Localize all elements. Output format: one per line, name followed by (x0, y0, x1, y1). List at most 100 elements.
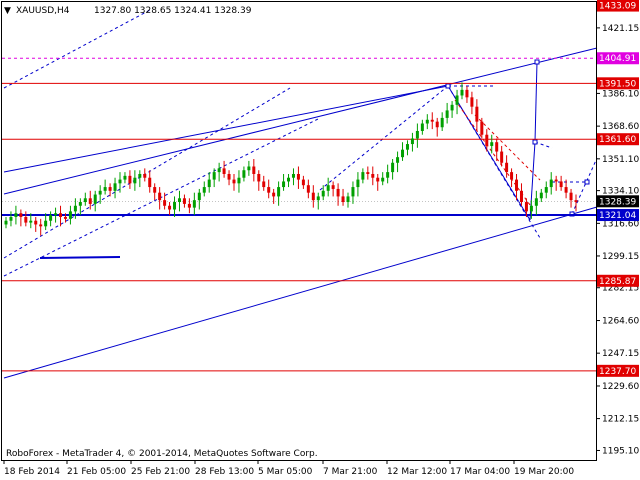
analysis-lines (3, 9, 598, 379)
candle-body (4, 220, 8, 225)
candle-body (217, 168, 221, 173)
candle-body (351, 187, 355, 197)
candle-body (103, 187, 107, 191)
level-label: 1237.70 (599, 367, 636, 377)
candle-body (83, 198, 87, 203)
candle-body (143, 173, 147, 178)
candle-body (242, 170, 246, 178)
x-tick-label: 28 Feb 13:00 (195, 467, 254, 477)
candle-body (549, 179, 553, 188)
candle-body (346, 196, 350, 203)
candle-body (529, 205, 533, 212)
candle-body (168, 205, 172, 210)
candle-body (212, 172, 216, 180)
x-tick-label: 18 Feb 2014 (4, 467, 60, 477)
y-tick-label: 1368.60 (602, 122, 639, 132)
candle-body (336, 188, 340, 197)
candle-body (252, 166, 256, 174)
x-tick-label: 7 Mar 21:00 (323, 467, 378, 477)
level-label: 1361.60 (599, 135, 636, 145)
candle-body (316, 196, 320, 201)
candle-body (24, 216, 28, 223)
candle-body (564, 187, 568, 193)
candle-body (415, 130, 419, 139)
small-blue-segment (39, 256, 121, 259)
candle-body (376, 177, 380, 182)
candle-body (108, 187, 112, 191)
candle-body (39, 224, 43, 227)
candle-body (554, 179, 558, 182)
candle-body (78, 202, 82, 206)
candle-body (133, 177, 137, 184)
candle-body (510, 172, 514, 180)
candle-body (460, 89, 464, 96)
candle-body (277, 187, 281, 197)
candle-body (515, 179, 519, 191)
candle-body (410, 138, 414, 145)
y-tick-label: 1351.10 (602, 155, 639, 165)
y-tick-label: 1386.10 (602, 89, 639, 99)
candle-body (321, 190, 325, 197)
y-tick-label: 1247.15 (602, 349, 639, 359)
candle-body (98, 190, 102, 195)
candle-body (519, 190, 523, 203)
chart-window: 1421.151403.701386.101368.601351.101334.… (0, 0, 640, 480)
candle-body (405, 144, 409, 150)
candle-body (232, 179, 236, 184)
copyright-note: RoboForex - MetaTrader 4, © 2001-2014, M… (6, 449, 318, 459)
candle-body (118, 179, 122, 184)
candle-body (534, 198, 538, 206)
y-tick-label: 1195.10 (602, 446, 639, 456)
horizontal-levels (2, 57, 596, 372)
candle-body (207, 179, 211, 188)
candle-body (63, 216, 67, 219)
candle-body (192, 200, 196, 208)
candle-body (88, 198, 92, 204)
candle-body (148, 177, 152, 188)
candle-body (54, 213, 58, 216)
candle-body (430, 119, 434, 122)
level-label: 1433.09 (599, 2, 636, 12)
x-tick-label: 19 Mar 20:00 (514, 467, 574, 477)
candle-body (524, 202, 528, 212)
y-tick-label: 1264.60 (602, 317, 639, 327)
price-chart: 1421.151403.701386.101368.601351.101334.… (1, 0, 639, 477)
level-label: 1391.50 (599, 79, 636, 89)
candle-body (227, 173, 231, 180)
forecast-line (319, 85, 449, 191)
candle-body (475, 106, 479, 122)
candle-body (222, 168, 226, 174)
forecast-line (534, 141, 553, 149)
candle-body (44, 220, 48, 227)
candle-body (202, 187, 206, 193)
x-tick-label: 17 Mar 04:00 (450, 467, 510, 477)
candle-body (187, 203, 191, 208)
time-axis: 18 Feb 2014 21 Feb 05:00 25 Feb 21:00 28 Fe… (3, 460, 574, 477)
candle-body (197, 192, 201, 201)
candle-body (480, 121, 484, 135)
candle-body (445, 110, 449, 118)
trend-line (3, 85, 449, 173)
level-label: 1321.04 (599, 211, 636, 221)
trend-line (534, 61, 538, 143)
y-tick-label: 1421.15 (602, 24, 639, 34)
candle-body (287, 177, 291, 182)
candle-body (73, 205, 77, 212)
candle-body (361, 172, 365, 180)
candle-body (29, 220, 33, 223)
candle-body (356, 179, 360, 188)
candle-body (153, 187, 157, 193)
candle-body (366, 172, 370, 174)
y-tick-label: 1334.10 (602, 187, 639, 197)
forecast-line (3, 87, 291, 259)
candle-body (311, 192, 315, 201)
chart-header: ▼ XAUUSD,H4 1327.80 1328.65 1324.41 1328… (4, 6, 252, 16)
candle-body (539, 192, 543, 199)
candle-body (182, 198, 186, 204)
candle-body (425, 119, 429, 124)
x-tick-label: 5 Mar 05:00 (258, 467, 313, 477)
candle-body (371, 173, 375, 178)
level-label: 1328.39 (599, 197, 636, 207)
candle-body (306, 185, 310, 193)
candle-body (420, 123, 424, 131)
